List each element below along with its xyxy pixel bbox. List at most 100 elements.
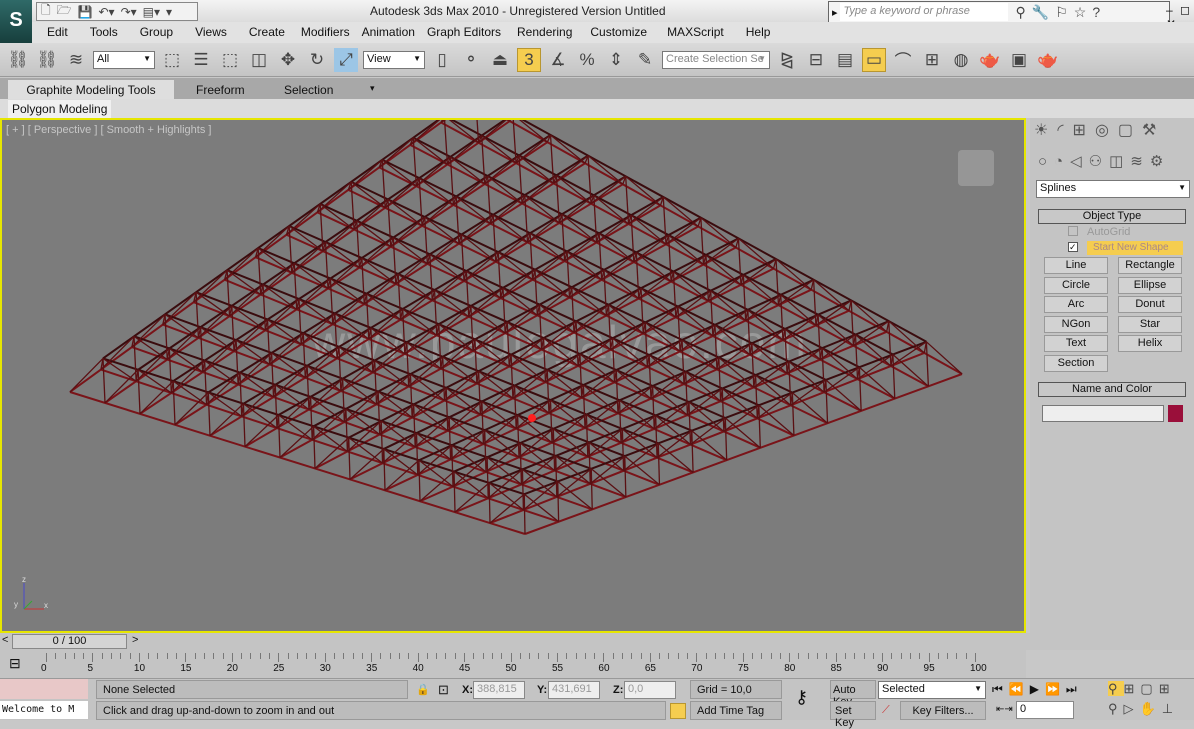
key-mode-dropdown[interactable]: Selected (878, 681, 986, 699)
search-input[interactable]: Type a keyword or phrase (839, 3, 1008, 21)
ellipse-button[interactable]: Ellipse (1118, 277, 1182, 294)
expand-icon[interactable]: ▸ (832, 6, 838, 19)
section-button[interactable]: Section (1044, 355, 1108, 372)
menu-views[interactable]: Views (195, 22, 227, 43)
x-coordinate-field[interactable]: 388,815 (473, 681, 525, 699)
link-icon[interactable]: ⛓ (6, 48, 30, 72)
window-crossing-icon[interactable]: ◫ (247, 48, 271, 72)
object-type-rollout-header[interactable]: Object Type (1038, 209, 1186, 224)
project-icon[interactable]: ▤▾ (143, 5, 160, 19)
start-new-shape-label[interactable]: Start New Shape (1087, 241, 1183, 255)
create-category-icons[interactable]: ○◔◁⚇◫≋⚙ (1038, 152, 1170, 170)
open-icon[interactable]: 🗁 (57, 1, 72, 22)
rect-selection-icon[interactable]: ⬚ (218, 48, 242, 72)
align-icon[interactable]: ⊟ (804, 48, 828, 72)
key-mode-toggle-icon[interactable]: ⇤⇥ (996, 704, 1013, 715)
rectangle-button[interactable]: Rectangle (1118, 257, 1182, 274)
time-tag-icon[interactable] (670, 703, 686, 719)
key-tangent-icon[interactable]: ⟋ (882, 704, 890, 717)
maxscript-listener-pink[interactable] (0, 679, 88, 699)
edit-named-selection-icon[interactable]: ✎ (633, 48, 657, 72)
pivot-center-icon[interactable]: ▯ (430, 48, 454, 72)
track-bar[interactable]: ⊟ 0 5 10 15 20 25 30 35 40 45 50 55 60 65 70 75 80 85 90 95… (0, 650, 1026, 678)
circle-button[interactable]: Circle (1044, 277, 1108, 294)
ribbon-options-icon[interactable]: ▾ (370, 80, 375, 99)
tab-selection[interactable]: Selection (284, 80, 333, 99)
helix-button[interactable]: Helix (1118, 335, 1182, 352)
angle-snap-icon[interactable]: ∡ (546, 48, 570, 72)
select-by-name-icon[interactable]: ☰ (189, 48, 213, 72)
save-icon[interactable]: 💾 (78, 5, 93, 19)
redo-icon[interactable]: ↷▾ (121, 5, 137, 19)
selection-filter-dropdown[interactable]: All (93, 50, 155, 69)
object-name-input[interactable] (1042, 405, 1164, 422)
set-key-key-icon[interactable]: ⚷ (795, 687, 808, 708)
set-key-button[interactable]: Set Key (830, 701, 876, 729)
prev-frame-button[interactable]: < (2, 634, 8, 646)
y-coordinate-field[interactable]: 431,691 (548, 681, 600, 699)
undo-icon[interactable]: ↶▾ (99, 5, 115, 19)
next-frame-button[interactable]: > (132, 634, 138, 646)
material-editor-icon[interactable]: ◍ (949, 48, 973, 72)
snaps-toggle-icon[interactable]: 3 (517, 47, 541, 72)
menu-rendering[interactable]: Rendering (517, 22, 572, 43)
polygon-modeling-panel[interactable]: Polygon Modeling (8, 100, 112, 118)
menu-maxscript[interactable]: MAXScript (667, 22, 724, 43)
graphite-toggle-icon[interactable]: ▭ (862, 47, 886, 72)
schematic-view-icon[interactable]: ⊞ (920, 48, 944, 72)
menu-graph-editors[interactable]: Graph Editors (427, 22, 501, 43)
render-icon[interactable]: 🫖 (1036, 48, 1060, 72)
unlink-icon[interactable]: ⛓ (35, 48, 59, 72)
app-menu-button[interactable]: S (0, 0, 32, 43)
arc-button[interactable]: Arc (1044, 296, 1108, 313)
mirror-icon[interactable]: ⧎ (775, 48, 799, 72)
z-coordinate-field[interactable]: 0,0 (624, 681, 676, 699)
text-button[interactable]: Text (1044, 335, 1108, 352)
dropdown-icon[interactable]: ▾ (166, 5, 172, 19)
menu-group[interactable]: Group (140, 22, 173, 43)
menu-customize[interactable]: Customize (590, 22, 647, 43)
spinner-snap-icon[interactable]: ⇕ (604, 48, 628, 72)
menu-create[interactable]: Create (249, 22, 285, 43)
ngon-button[interactable]: NGon (1044, 316, 1108, 333)
new-icon[interactable]: 🗋 (41, 1, 51, 22)
playback-controls[interactable]: ⏮⏪▶⏩⏭ (992, 682, 1083, 697)
keyboard-shortcut-icon[interactable]: ⏏ (488, 48, 512, 72)
menu-help[interactable]: Help (746, 22, 771, 43)
scale-icon[interactable]: ⤢ (334, 47, 358, 72)
curve-editor-icon[interactable]: ⌒ (891, 48, 915, 72)
menu-animation[interactable]: Animation (362, 22, 415, 43)
key-filters-button[interactable]: Key Filters... (900, 701, 986, 720)
move-icon[interactable]: ✥ (276, 48, 300, 72)
donut-button[interactable]: Donut (1118, 296, 1182, 313)
select-manipulate-icon[interactable]: ⚬ (459, 48, 483, 72)
named-selection-dropdown[interactable]: Create Selection Se (662, 50, 770, 69)
autogrid-checkbox[interactable] (1068, 226, 1078, 236)
select-object-icon[interactable]: ⬚ (160, 48, 184, 72)
rotate-icon[interactable]: ↻ (305, 48, 329, 72)
viewcube[interactable] (958, 150, 994, 186)
current-frame-field[interactable]: 0 (1016, 701, 1074, 719)
auto-key-button[interactable]: Auto Key (830, 680, 876, 708)
category-dropdown[interactable]: Splines (1036, 180, 1190, 198)
search-tools-icon[interactable]: ⚲🔧⚐☆? (1016, 4, 1107, 21)
time-slider-thumb[interactable]: 0 / 100 (12, 634, 127, 649)
rendered-frame-icon[interactable]: ▣ (1007, 48, 1031, 72)
line-button[interactable]: Line (1044, 257, 1108, 274)
percent-snap-icon[interactable]: % (575, 48, 599, 72)
reference-coordinate-dropdown[interactable]: View (363, 50, 425, 69)
menu-tools[interactable]: Tools (90, 22, 118, 43)
render-setup-icon[interactable]: 🫖 (978, 48, 1002, 72)
star-button[interactable]: Star (1118, 316, 1182, 333)
tab-graphite-modeling-tools[interactable]: Graphite Modeling Tools (8, 80, 174, 99)
command-panel-tabs[interactable]: ☀◜⊞◎▢⚒ (1034, 120, 1165, 140)
tab-freeform[interactable]: Freeform (196, 80, 245, 99)
menu-modifiers[interactable]: Modifiers (301, 22, 350, 43)
name-color-rollout-header[interactable]: Name and Color (1038, 382, 1186, 397)
object-color-swatch[interactable] (1168, 405, 1183, 422)
add-time-tag-button[interactable]: Add Time Tag (690, 701, 782, 720)
perspective-viewport[interactable]: [ + ] [ Perspective ] [ Smooth + Highlig… (0, 118, 1026, 633)
lock-selection-icon[interactable]: 🔒 (416, 683, 430, 696)
viewport-navigation-controls[interactable]: ⚲⊞▢⊞ ⚲▷✋⊥ (1108, 679, 1194, 721)
absolute-mode-icon[interactable]: ⊡ (438, 682, 449, 698)
